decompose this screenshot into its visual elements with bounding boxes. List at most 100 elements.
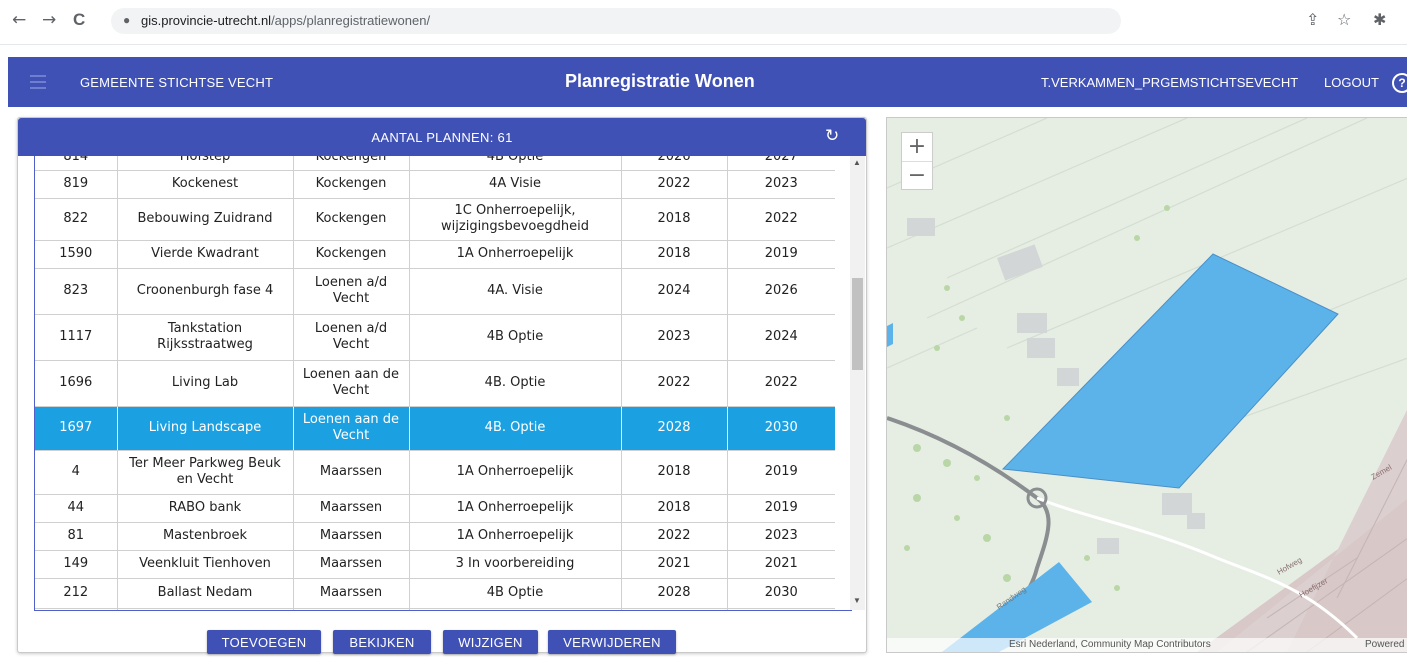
table-row-selected[interactable]: 1697 Living Landscape Loenen aan de Vecht 4…	[35, 406, 835, 451]
plan-start-cell: 2018	[621, 198, 728, 241]
refresh-icon[interactable]: ↻	[825, 126, 839, 146]
table-row[interactable]: 819 Kockenest Kockengen 4A Visie 2022 2023	[35, 170, 835, 199]
plan-end-cell: 2030	[727, 578, 835, 609]
edit-button[interactable]: WIJZIGEN	[443, 630, 538, 654]
plan-status-cell: 3 In voorbereiding	[409, 550, 622, 579]
browser-toolbar: ← → C ● gis.provincie-utrecht.nl/apps/pl…	[0, 0, 1407, 45]
scroll-down-icon[interactable]: ▼	[853, 596, 861, 605]
plan-name-cell: RABO bank	[117, 494, 294, 523]
plan-place-cell: Maarssen	[293, 522, 410, 551]
delete-button[interactable]: VERWIJDEREN	[548, 630, 676, 654]
table-row[interactable]: 149 Veenkluit Tienhoven Maarssen 3 In voorb…	[35, 550, 835, 579]
plan-start-cell: 2018	[621, 240, 728, 269]
plan-name-cell: Living Lab	[117, 360, 294, 407]
plan-name-cell: Veenkluit Tienhoven	[117, 550, 294, 579]
plan-status-cell: 4A Visie	[409, 170, 622, 199]
map-canvas[interactable]: Randweg Hofweg Hoefijzer Zemel	[887, 118, 1407, 652]
lock-icon: ●	[123, 13, 131, 27]
plan-status-cell: 1A Onherroepelijk	[409, 450, 622, 495]
scrollbar-thumb[interactable]	[852, 278, 863, 370]
plan-end-cell: 2019	[727, 450, 835, 495]
share-icon[interactable]: ⇪	[1306, 10, 1319, 29]
plan-name-cell: Bebouwing Zuidrand	[117, 198, 294, 241]
plan-name-cell: Croonenburgh fase 4	[117, 268, 294, 315]
panel-header: AANTAL PLANNEN: 61 ↻	[18, 118, 866, 156]
address-bar[interactable]: ● gis.provincie-utrecht.nl/apps/planregi…	[111, 8, 1121, 34]
map-attribution: Esri Nederland, Community Map Contributo…	[887, 638, 1407, 652]
back-icon[interactable]: ←	[12, 10, 26, 30]
plan-id-cell: 814	[35, 156, 118, 171]
plan-end-cell: 2023	[727, 522, 835, 551]
plan-polygon-3	[887, 323, 893, 347]
table-row[interactable]: 823 Croonenburgh fase 4 Loenen a/d Vecht 4A…	[35, 268, 835, 315]
plan-place-cell: Loenen a/d Vecht	[293, 268, 410, 315]
plan-end-cell: 2024	[727, 314, 835, 361]
table-row[interactable]: 44 RABO bank Maarssen 1A Onherroepelijk 2018…	[35, 494, 835, 523]
plan-end-cell: 2022	[727, 360, 835, 407]
plan-name-cell: Ter Meer Parkweg Beuk en Vecht	[117, 450, 294, 495]
hamburger-menu-icon[interactable]	[30, 75, 46, 89]
plan-end-cell: 2026	[727, 268, 835, 315]
plan-place-cell: Loenen aan de Vecht	[293, 406, 410, 451]
plan-end-cell: 2022	[727, 198, 835, 241]
table-row[interactable]: 1696 Living Lab Loenen aan de Vecht 4B. Opt…	[35, 360, 835, 407]
plan-status-cell: 4B Optie	[409, 156, 622, 171]
plan-end-cell: 2027	[727, 156, 835, 171]
table-row[interactable]: 81 Mastenbroek Maarssen 1A Onherroepelijk 20…	[35, 522, 835, 551]
plan-end-cell: 2019	[727, 240, 835, 269]
plan-place-cell: Maarssen	[293, 578, 410, 609]
plan-id-cell: 1117	[35, 314, 118, 361]
logout-link[interactable]: LOGOUT	[1324, 75, 1379, 90]
plan-name-cell: Vierde Kwadrant	[117, 240, 294, 269]
selected-plan-polygon	[1001, 253, 1339, 489]
plan-place-cell: Maarssen	[293, 494, 410, 523]
plan-status-cell: 4B Optie	[409, 578, 622, 609]
map-view[interactable]: Randweg Hofweg Hoefijzer Zemel + − Esri …	[886, 117, 1407, 653]
add-button[interactable]: TOEVOEGEN	[207, 630, 321, 654]
table-row[interactable]: 822 Bebouwing Zuidrand Kockengen 1C Onherro…	[35, 198, 835, 241]
app-header: GEMEENTE STICHTSE VECHT Planregistratie …	[8, 57, 1407, 107]
powered-by-text[interactable]: Powered	[1365, 639, 1404, 650]
plan-id-cell: 819	[35, 170, 118, 199]
plans-table-container[interactable]: 814 Hofstep Kockengen 4B Optie 2026 2027 819 Ko…	[34, 156, 852, 611]
extensions-icon[interactable]: ✱	[1373, 10, 1386, 29]
plan-name-cell: Mastenbroek	[117, 522, 294, 551]
user-name: T.VERKAMMEN_PRGEMSTICHTSEVECHT	[1041, 75, 1299, 90]
plans-panel: AANTAL PLANNEN: 61 ↻ 814 Hofstep Kockengen…	[17, 117, 867, 654]
plan-id-cell: 4	[35, 450, 118, 495]
plan-id-cell: 1696	[35, 360, 118, 407]
table-row[interactable]: 814 Hofstep Kockengen 4B Optie 2026 2027	[35, 156, 835, 171]
street-label-hofweg: Hofweg	[1276, 555, 1304, 576]
plan-start-cell: 2018	[621, 494, 728, 523]
plan-id-cell: 44	[35, 494, 118, 523]
table-row[interactable]: 1590 Vierde Kwadrant Kockengen 1A Onherroep…	[35, 240, 835, 269]
plan-place-cell: Loenen aan de Vecht	[293, 360, 410, 407]
table-row[interactable]: 4 Ter Meer Parkweg Beuk en Vecht Maarssen 1…	[35, 450, 835, 495]
plan-start-cell: 2021	[621, 550, 728, 579]
plan-id-cell: 212	[35, 578, 118, 609]
plan-name-cell: Living Landscape	[117, 406, 294, 451]
bookmark-star-icon[interactable]: ☆	[1337, 10, 1351, 29]
table-row[interactable]	[35, 608, 835, 610]
plan-start-cell: 2018	[621, 450, 728, 495]
plan-name-cell: Kockenest	[117, 170, 294, 199]
zoom-out-button[interactable]: −	[902, 162, 932, 190]
plan-id-cell: 823	[35, 268, 118, 315]
table-scrollbar[interactable]: ▲ ▼	[850, 156, 865, 610]
reload-icon[interactable]: C	[73, 10, 85, 30]
plan-start-cell: 2028	[621, 578, 728, 609]
view-button[interactable]: BEKIJKEN	[333, 630, 431, 654]
plan-status-cell: 1C Onherroepelijk, wijzigingsbevoegdheid	[409, 198, 622, 241]
zoom-in-button[interactable]: +	[902, 133, 932, 162]
scroll-up-icon[interactable]: ▲	[853, 158, 861, 167]
table-row[interactable]: 1117 Tankstation Rijksstraatweg Loenen a/d…	[35, 314, 835, 361]
help-icon[interactable]: ?	[1392, 73, 1407, 93]
plan-place-cell: Kockengen	[293, 170, 410, 199]
plan-status-cell: 1A Onherroepelijk	[409, 240, 622, 269]
plan-end-cell: 2030	[727, 406, 835, 451]
plan-status-cell: 4B. Optie	[409, 360, 622, 407]
forward-icon[interactable]: →	[42, 10, 56, 30]
plan-place-cell	[293, 608, 410, 610]
table-row[interactable]: 212 Ballast Nedam Maarssen 4B Optie 2028 2030	[35, 578, 835, 609]
zoom-control: + −	[901, 132, 933, 190]
